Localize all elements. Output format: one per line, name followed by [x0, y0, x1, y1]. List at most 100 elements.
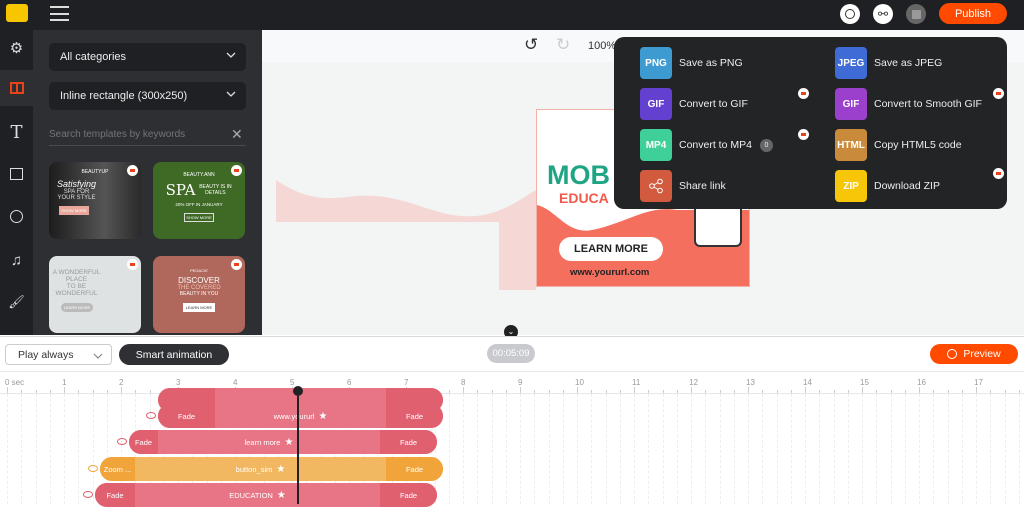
video-icon[interactable] [0, 198, 33, 234]
in-animation[interactable]: Fade [129, 430, 158, 454]
thumb-text: 20% OFF IN JANUARY [175, 202, 223, 207]
grid-line [1018, 394, 1020, 504]
grid-line [719, 394, 721, 504]
timeline-track[interactable]: Fade learn more ★ Fade [129, 430, 437, 454]
zoom-level[interactable]: 100% [588, 40, 616, 52]
thumb-text: PLACE [65, 276, 88, 283]
image-icon[interactable] [0, 156, 33, 192]
link-icon[interactable]: ⚯ [873, 4, 893, 24]
format-badge: HTML [835, 129, 867, 161]
visibility-eye-icon[interactable] [88, 465, 98, 472]
visibility-eye-icon[interactable] [83, 491, 93, 498]
ruler-tick [78, 390, 80, 393]
export-item[interactable]: HTML Copy HTML5 code [835, 129, 962, 161]
format-badge: GIF [640, 88, 672, 120]
music-icon[interactable]: ♫ [0, 242, 33, 278]
template-thumb[interactable]: BEAUTYUP Satisfying SPA FOR YOUR STYLE S… [49, 162, 141, 239]
preview-button[interactable]: Preview [930, 344, 1018, 364]
track-body[interactable]: learn more ★ [158, 430, 380, 454]
grid-line [862, 394, 863, 504]
grid-line [49, 394, 51, 504]
category-select[interactable]: All categories [49, 43, 246, 71]
template-thumb[interactable]: A WONDERFUL PLACE TO BE WONDERFUL LEARN … [49, 256, 141, 333]
ruler-tick [819, 390, 821, 393]
settings-icon[interactable]: ⚙ [0, 30, 33, 66]
export-item[interactable]: Share link [640, 170, 726, 202]
playhead[interactable] [292, 386, 303, 504]
template-thumb[interactable]: BEAUTY.ANN SPA BEAUTY IS IN DETAILS 20% O… [153, 162, 245, 239]
track-body[interactable]: EDUCATION ★ [135, 483, 380, 507]
ruler-tick-label: 6 [347, 378, 352, 387]
clear-search-icon[interactable]: ✕ [231, 126, 243, 143]
ruler-tick-label: 11 [632, 378, 641, 387]
thumb-text: PEGACIE [190, 268, 208, 273]
grid-line [448, 394, 450, 504]
out-animation[interactable]: Fade [380, 483, 437, 507]
export-item[interactable]: PNG Save as PNG [640, 47, 743, 79]
export-item[interactable]: GIF Convert to GIF [640, 88, 748, 120]
publish-button[interactable]: Publish [939, 3, 1007, 24]
visibility-eye-icon[interactable] [146, 412, 156, 419]
export-item[interactable]: GIF Convert to Smooth GIF [835, 88, 982, 120]
ruler-tick-label: 0 sec [5, 378, 25, 387]
export-item[interactable]: JPEG Save as JPEG [835, 47, 942, 79]
ad-headline: MOB [547, 160, 610, 190]
ruler-tick-label: 13 [746, 378, 755, 387]
export-item[interactable]: MP4 Convert to MP4 0 [640, 129, 773, 161]
smart-animation-button[interactable]: Smart animation [119, 344, 229, 365]
hamburger-menu-icon[interactable] [50, 6, 69, 21]
thumb-text: DISCOVER [178, 276, 220, 285]
templates-icon[interactable] [0, 70, 33, 106]
timeline-track[interactable]: Fade EDUCATION ★ Fade [95, 483, 437, 507]
grid-line [819, 394, 821, 504]
template-search-input[interactable] [49, 124, 246, 146]
redo-icon[interactable]: ↻ [556, 35, 570, 55]
out-animation[interactable]: Fade [386, 457, 443, 481]
thumb-text: LEARN MORE [183, 303, 215, 312]
ruler-tick-label: 14 [803, 378, 812, 387]
out-animation[interactable]: Fade [386, 404, 443, 428]
export-item[interactable]: ZIP Download ZIP [835, 170, 940, 202]
undo-icon[interactable]: ↺ [524, 35, 538, 55]
track-body[interactable]: button_sim ★ [135, 457, 386, 481]
in-animation[interactable]: Fade [158, 404, 215, 428]
preview-label: Preview [963, 348, 1001, 360]
tool-rail: ⚙ T ♫ 🖌 [0, 30, 33, 335]
timeline-tracks: Fade www.yoururl ★ Fade Fade learn more ★ Fade Z… [0, 388, 1024, 507]
grid-line [662, 394, 664, 504]
grid-line [648, 394, 650, 504]
grid-line [847, 394, 849, 504]
grid-line [976, 394, 977, 504]
brush-icon[interactable]: 🖌 [0, 284, 33, 320]
play-mode-select[interactable]: Play always [5, 344, 112, 365]
ruler-tick [448, 390, 450, 393]
timeline-ruler[interactable]: 0 sec 1 2 3 4 5 6 7 8 9 10 11 12 13 14 15 16 17 [0, 372, 1024, 394]
ruler-tick [847, 390, 849, 393]
ad-cta-button[interactable]: LEARN MORE [559, 237, 663, 261]
ruler-tick-label: 17 [974, 378, 983, 387]
preview-circle-icon[interactable] [840, 4, 860, 24]
ruler-tick [919, 387, 920, 393]
timeline-track[interactable]: Zoom ... button_sim ★ Fade [100, 457, 443, 481]
out-animation[interactable]: Fade [380, 430, 437, 454]
template-thumb[interactable]: PEGACIE DISCOVER THE COVERED BEAUTY IN Y… [153, 256, 245, 333]
ruler-tick [591, 390, 593, 393]
ruler-tick [676, 390, 678, 393]
grid-line [21, 394, 23, 504]
visibility-eye-icon[interactable] [117, 438, 127, 445]
export-item-label: Share link [679, 180, 726, 192]
size-select[interactable]: Inline rectangle (300x250) [49, 82, 246, 110]
ruler-tick [121, 387, 122, 393]
chevron-down-icon [226, 91, 236, 97]
ruler-tick-label: 10 [575, 378, 584, 387]
ruler-tick [135, 390, 137, 393]
in-animation[interactable]: Fade [95, 483, 135, 507]
text-icon[interactable]: T [0, 114, 33, 150]
in-animation[interactable]: Zoom ... [100, 457, 135, 481]
ruler-tick [634, 387, 635, 393]
logo[interactable] [6, 4, 28, 22]
save-icon[interactable] [906, 4, 926, 24]
grid-line [990, 394, 992, 504]
format-badge: PNG [640, 47, 672, 79]
ruler-tick [762, 390, 764, 393]
